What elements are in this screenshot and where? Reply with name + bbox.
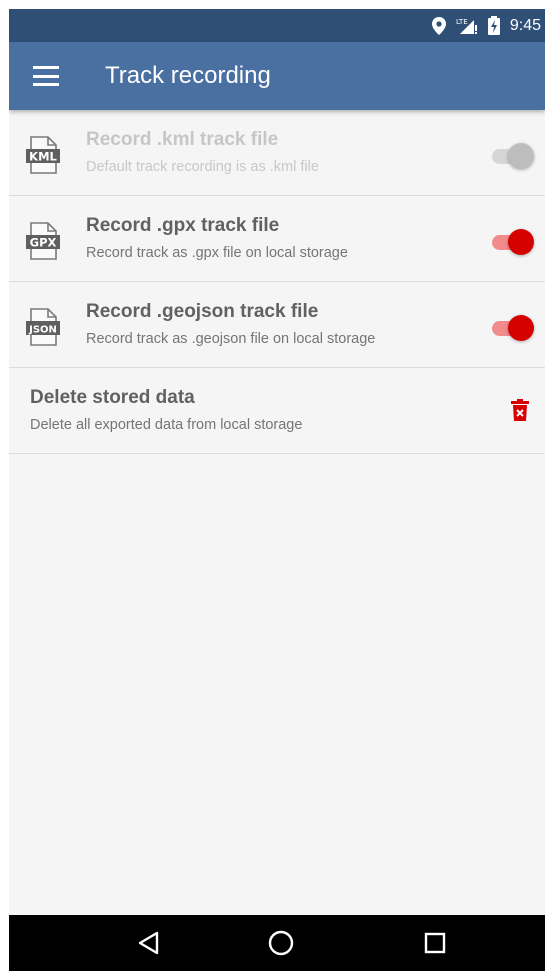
geojson-toggle-switch[interactable] <box>492 315 534 341</box>
setting-subtitle: Default track recording is as .kml file <box>86 159 319 175</box>
home-icon[interactable] <box>267 929 295 957</box>
gpx-toggle-switch[interactable] <box>492 229 534 255</box>
location-pin-icon <box>431 16 446 35</box>
delete-subtitle: Delete all exported data from local stor… <box>30 417 303 433</box>
setting-title: Record .gpx track file <box>86 215 280 236</box>
lte-signal-icon: LTE <box>456 17 478 35</box>
status-bar: LTE 9:45 <box>9 9 545 42</box>
svg-text:KML: KML <box>29 150 57 164</box>
app-bar: Track recording <box>9 42 545 110</box>
setting-title: Record .geojson track file <box>86 301 319 322</box>
trash-delete-icon[interactable] <box>511 399 529 421</box>
setting-row-kml[interactable]: KML Record .kml track file Default track… <box>9 110 545 196</box>
gpx-file-icon: GPX <box>25 222 61 260</box>
phone-screen: LTE 9:45 Track recording KML Record .kml… <box>9 9 545 971</box>
status-time: 9:45 <box>509 16 541 34</box>
setting-subtitle: Record track as .gpx file on local stora… <box>86 245 348 261</box>
delete-title: Delete stored data <box>30 387 195 408</box>
svg-text:GPX: GPX <box>30 236 57 250</box>
kml-file-icon: KML <box>25 136 61 174</box>
page-title: Track recording <box>105 62 271 89</box>
hamburger-menu-icon[interactable] <box>33 66 59 86</box>
kml-toggle-switch[interactable] <box>492 143 534 169</box>
svg-text:LTE: LTE <box>456 18 468 26</box>
setting-title: Record .kml track file <box>86 129 279 150</box>
json-file-icon: JSON <box>25 308 61 346</box>
settings-list: KML Record .kml track file Default track… <box>9 110 545 454</box>
recents-icon[interactable] <box>421 929 449 957</box>
navigation-bar <box>9 915 545 971</box>
setting-subtitle: Record track as .geojson file on local s… <box>86 331 376 347</box>
setting-row-geojson[interactable]: JSON Record .geojson track file Record t… <box>9 282 545 368</box>
setting-row-gpx[interactable]: GPX Record .gpx track file Record track … <box>9 196 545 282</box>
setting-row-delete[interactable]: Delete stored data Delete all exported d… <box>9 368 545 454</box>
battery-charging-icon <box>487 16 500 35</box>
back-icon[interactable] <box>135 929 163 957</box>
svg-text:JSON: JSON <box>28 325 57 336</box>
